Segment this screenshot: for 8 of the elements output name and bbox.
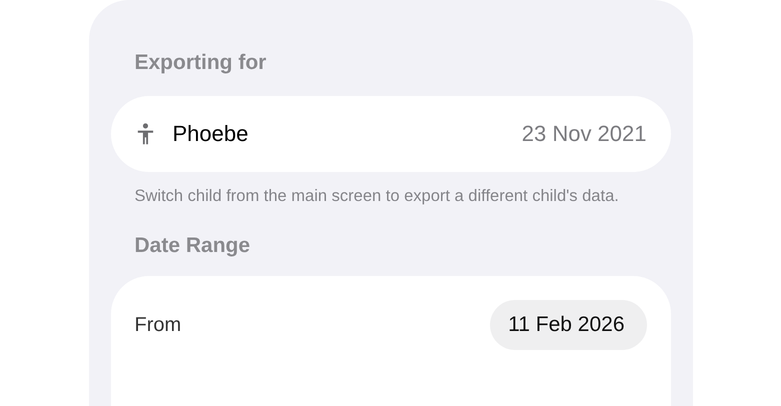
birth-date: 23 Nov 2021	[522, 121, 646, 147]
section-header: Exporting for	[134, 51, 268, 76]
child-name: Phoebe	[172, 121, 248, 147]
row-label: From	[134, 314, 182, 336]
date-picker-button[interactable]: 11 Feb 2026	[490, 300, 646, 350]
section-footer: Switch child from the main screen to export a different child's data.	[110, 172, 670, 208]
section-header: Date Range	[134, 234, 252, 259]
person-icon	[136, 122, 154, 146]
